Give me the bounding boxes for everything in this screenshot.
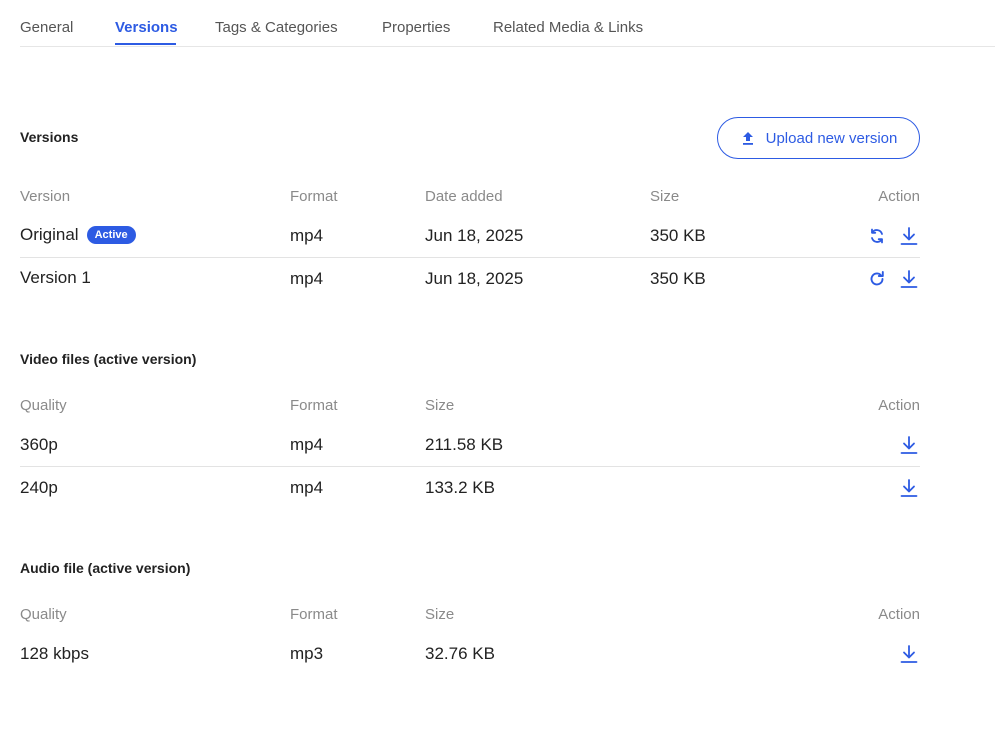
- download-icon[interactable]: [898, 643, 920, 665]
- column-header-quality: Quality: [20, 397, 67, 414]
- version-name: Original Active: [20, 225, 136, 245]
- column-header-quality: Quality: [20, 606, 67, 623]
- column-header-format: Format: [290, 397, 338, 414]
- column-header-action: Action: [878, 188, 920, 205]
- column-header-format: Format: [290, 606, 338, 623]
- audio-file-section-title: Audio file (active version): [20, 560, 191, 576]
- versions-section-title: Versions: [20, 129, 79, 145]
- version-size: 350 KB: [650, 226, 706, 245]
- version-date: Jun 18, 2025: [425, 269, 524, 288]
- column-header-size: Size: [425, 397, 455, 414]
- tab-general[interactable]: General: [20, 19, 73, 36]
- version-format: mp4: [290, 269, 324, 288]
- column-header-size: Size: [650, 188, 680, 205]
- version-format: mp4: [290, 226, 324, 245]
- active-tab-indicator: [115, 43, 176, 45]
- column-header-action: Action: [878, 397, 920, 414]
- audio-format: mp3: [290, 644, 324, 663]
- tab-properties[interactable]: Properties: [382, 19, 450, 36]
- column-header-size: Size: [425, 606, 455, 623]
- sync-icon[interactable]: [866, 225, 888, 247]
- version-date: Jun 18, 2025: [425, 226, 524, 245]
- upload-new-version-button[interactable]: Upload new version: [717, 117, 920, 159]
- status-badge: Active: [86, 226, 136, 244]
- audio-quality: 128 kbps: [20, 644, 89, 663]
- download-icon[interactable]: [898, 434, 920, 456]
- row-divider: [20, 466, 920, 467]
- tab-versions[interactable]: Versions: [115, 19, 178, 36]
- video-size: 211.58 KB: [425, 435, 504, 454]
- column-header-format: Format: [290, 188, 338, 205]
- download-icon[interactable]: [898, 268, 920, 290]
- version-name: Version 1: [20, 268, 91, 287]
- restore-icon[interactable]: [866, 268, 888, 290]
- video-files-section-title: Video files (active version): [20, 351, 197, 367]
- column-header-action: Action: [878, 606, 920, 623]
- video-quality: 240p: [20, 478, 58, 497]
- row-divider: [20, 257, 920, 258]
- download-icon[interactable]: [898, 225, 920, 247]
- tab-related-media-links[interactable]: Related Media & Links: [493, 19, 643, 36]
- audio-size: 32.76 KB: [425, 644, 495, 663]
- tab-tags-categories[interactable]: Tags & Categories: [215, 19, 338, 36]
- video-format: mp4: [290, 478, 324, 497]
- upload-new-version-label: Upload new version: [765, 129, 898, 147]
- video-size: 133.2 KB: [425, 478, 495, 497]
- version-size: 350 KB: [650, 269, 706, 288]
- video-quality: 360p: [20, 435, 58, 454]
- column-header-date-added: Date added: [425, 188, 503, 205]
- column-header-version: Version: [20, 188, 71, 205]
- download-icon[interactable]: [898, 477, 920, 499]
- upload-icon: [740, 130, 756, 146]
- tab-bar: General Versions Tags & Categories Prope…: [20, 0, 995, 47]
- video-format: mp4: [290, 435, 324, 454]
